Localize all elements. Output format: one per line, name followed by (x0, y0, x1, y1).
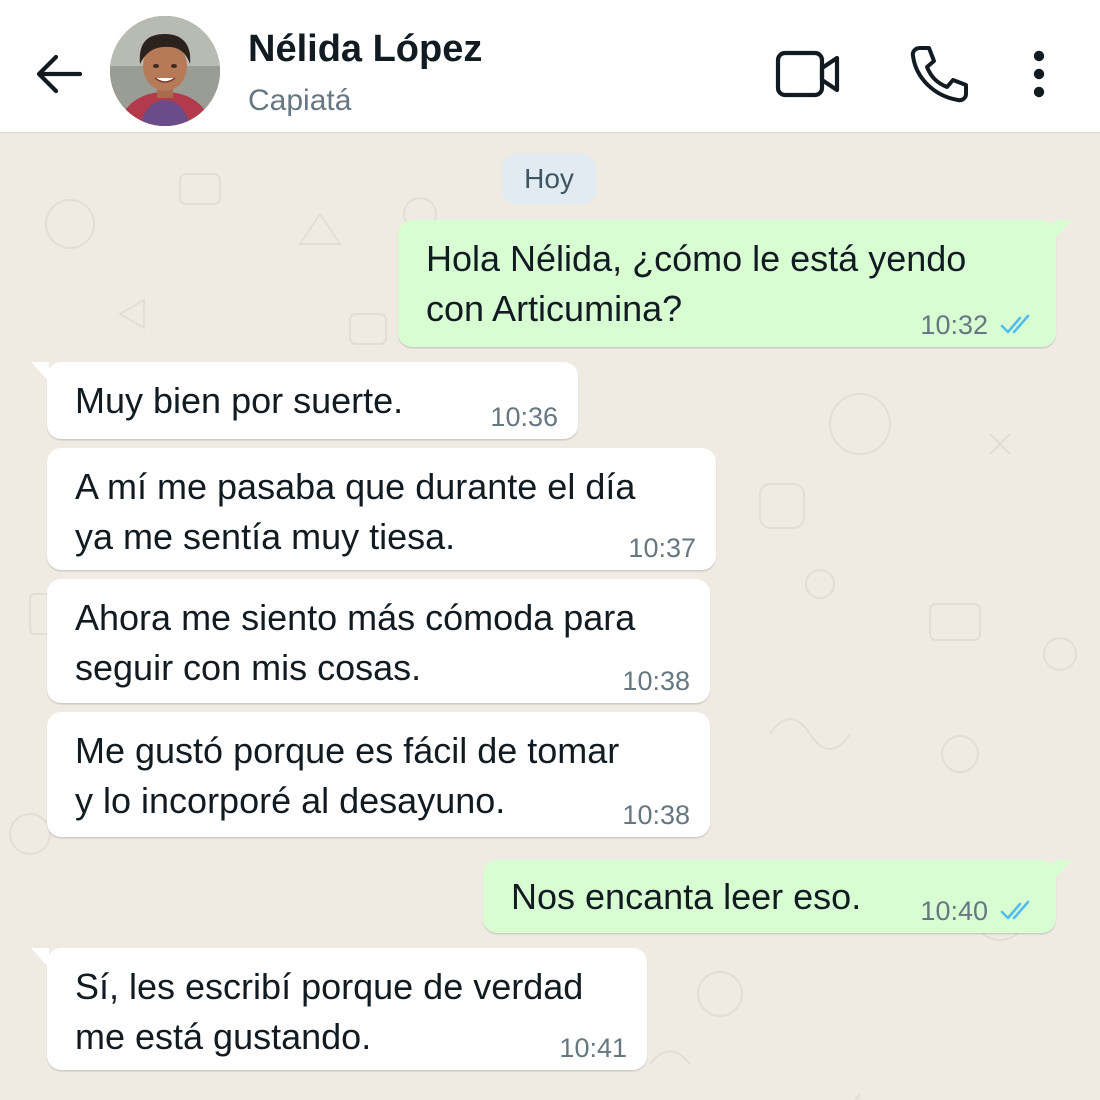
message-line: ya me sentía muy tiesa. (75, 516, 456, 557)
chat-area[interactable]: Hoy Hola Nélida, ¿cómo le está yendo con… (0, 134, 1100, 1100)
message-time: 10:37 (628, 533, 696, 563)
chat-header: Nélida López Capiatá (0, 0, 1100, 133)
message-time: 10:38 (622, 800, 690, 830)
message-time: 10:32 (920, 310, 988, 340)
message-line: Hola Nélida, ¿cómo le está yendo (426, 238, 967, 279)
message-line: Nos encanta leer eso. (511, 876, 862, 917)
message-meta: 10:38 (622, 799, 690, 831)
message-line: seguir con mis cosas. (75, 647, 422, 688)
message-meta: 10:41 (559, 1032, 627, 1064)
message-meta: 10:38 (622, 665, 690, 697)
incoming-message[interactable]: Me gustó porque es fácil de tomar y lo i… (47, 712, 710, 837)
message-time: 10:41 (559, 1033, 627, 1063)
more-options-icon[interactable] (1022, 44, 1056, 104)
bubble-tail (1054, 860, 1072, 880)
message-line: y lo incorporé al desayuno. (75, 780, 506, 821)
incoming-message[interactable]: Sí, les escribí porque de verdad me está… (31, 948, 647, 1070)
bubble-tail (31, 948, 49, 968)
contact-subtitle: Capiatá (248, 84, 352, 117)
message-text: A mí me pasaba que durante el día ya me … (75, 462, 635, 562)
double-check-read-icon (1000, 314, 1030, 334)
double-check-read-icon (1000, 900, 1030, 920)
message-meta: 10:36 (490, 401, 558, 433)
incoming-message[interactable]: Ahora me siento más cómoda para seguir c… (47, 579, 710, 703)
message-text: Nos encanta leer eso. (511, 872, 861, 922)
message-time: 10:36 (490, 402, 558, 432)
video-call-icon[interactable] (774, 46, 842, 102)
message-line: con Articumina? (426, 288, 683, 329)
message-line: A mí me pasaba que durante el día (75, 466, 636, 507)
date-separator: Hoy (502, 154, 596, 204)
bubble-tail (1054, 220, 1072, 240)
voice-call-icon[interactable] (906, 44, 970, 104)
outgoing-message[interactable]: Hola Nélida, ¿cómo le está yendo con Art… (398, 220, 1072, 347)
message-line: Sí, les escribí porque de verdad (75, 966, 584, 1007)
message-text: Hola Nélida, ¿cómo le está yendo con Art… (426, 234, 966, 334)
message-text: Muy bien por suerte. (75, 376, 403, 426)
message-text: Ahora me siento más cómoda para seguir c… (75, 593, 635, 693)
message-text: Sí, les escribí porque de verdad me está… (75, 962, 583, 1062)
message-time: 10:38 (622, 666, 690, 696)
message-line: Me gustó porque es fácil de tomar (75, 730, 620, 771)
outgoing-message[interactable]: Nos encanta leer eso. 10:40 (483, 860, 1072, 933)
message-line: Ahora me siento más cómoda para (75, 597, 636, 638)
message-text: Me gustó porque es fácil de tomar y lo i… (75, 726, 619, 826)
message-line: Muy bien por suerte. (75, 380, 404, 421)
message-time: 10:40 (920, 896, 988, 926)
back-arrow-icon[interactable] (30, 46, 86, 102)
message-line: me está gustando. (75, 1016, 372, 1057)
bubble-tail (31, 362, 49, 382)
contact-name[interactable]: Nélida López (248, 28, 482, 71)
message-meta: 10:40 (920, 895, 1036, 927)
message-meta: 10:32 (920, 309, 1036, 341)
incoming-message[interactable]: A mí me pasaba que durante el día ya me … (47, 448, 716, 570)
incoming-message[interactable]: Muy bien por suerte. 10:36 (31, 362, 578, 439)
message-meta: 10:37 (628, 532, 696, 564)
contact-avatar[interactable] (110, 16, 220, 126)
